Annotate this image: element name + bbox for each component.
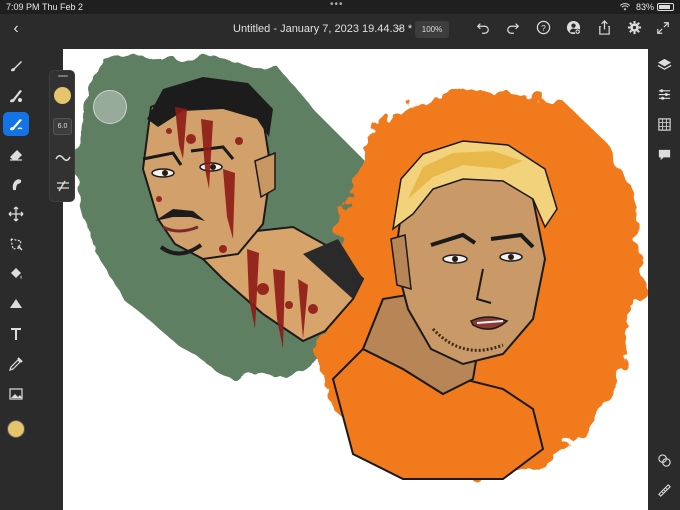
artwork-illustration (77, 55, 641, 480)
paint-bucket-icon[interactable] (3, 262, 29, 286)
color-swap-icon[interactable] (654, 450, 674, 470)
share-icon[interactable] (594, 20, 614, 40)
panel-grab-handle[interactable] (58, 75, 68, 77)
svg-text:?: ? (541, 23, 546, 33)
image-icon[interactable] (3, 382, 29, 406)
brush-tool-icon[interactable] (3, 54, 29, 78)
undo-icon[interactable] (473, 20, 493, 40)
status-bar: 7:09 PM Thu Feb 2 ••• 83% (0, 0, 680, 14)
fullscreen-icon[interactable] (653, 20, 673, 40)
chevron-down-icon[interactable]: ⌄ (396, 22, 404, 33)
status-time: 7:09 PM (6, 2, 40, 12)
brush-panel: 6.0 (49, 70, 75, 202)
invite-user-icon[interactable] (563, 20, 583, 40)
layers-icon[interactable] (654, 54, 674, 74)
battery-icon (657, 3, 674, 11)
eyedropper-icon[interactable] (3, 352, 29, 376)
battery-percent: 83% (636, 2, 655, 12)
mixer-brush-icon[interactable] (3, 84, 29, 108)
multitask-dots[interactable]: ••• (330, 0, 344, 10)
adjustments-icon[interactable] (654, 84, 674, 104)
brush-color-swatch[interactable] (54, 87, 71, 104)
eraser-icon[interactable] (3, 142, 29, 166)
lasso-icon[interactable] (3, 232, 29, 256)
redo-icon[interactable] (503, 20, 523, 40)
document-title[interactable]: Untitled - January 7, 2023 19.44.38 * (233, 23, 412, 35)
grid-icon[interactable] (654, 114, 674, 134)
right-toolbar (648, 46, 680, 510)
wifi-icon (620, 3, 630, 11)
current-color-swatch[interactable] (7, 420, 25, 438)
smudge-icon[interactable] (3, 172, 29, 196)
brush-settings-icon[interactable] (55, 179, 71, 193)
brush-stroke-icon[interactable] (55, 151, 71, 165)
text-icon[interactable] (3, 322, 29, 346)
ruler-icon[interactable] (654, 480, 674, 500)
settings-gear-icon[interactable] (624, 20, 644, 40)
status-date: Thu Feb 2 (42, 2, 84, 12)
top-toolbar: ‹ Untitled - January 7, 2023 19.44.38 * … (0, 14, 680, 46)
zoom-level[interactable]: 100% (415, 21, 449, 38)
help-icon[interactable]: ? (533, 20, 553, 40)
shape-icon[interactable] (3, 292, 29, 316)
brush-cursor-preview (93, 90, 127, 124)
move-icon[interactable] (3, 202, 29, 226)
back-chevron-icon[interactable]: ‹ (6, 19, 26, 39)
comments-icon[interactable] (654, 144, 674, 164)
left-toolbar (0, 46, 32, 510)
brush-size-field[interactable]: 6.0 (53, 118, 72, 135)
paint-brush-active-icon[interactable] (3, 112, 29, 136)
artwork-canvas[interactable] (63, 49, 649, 510)
